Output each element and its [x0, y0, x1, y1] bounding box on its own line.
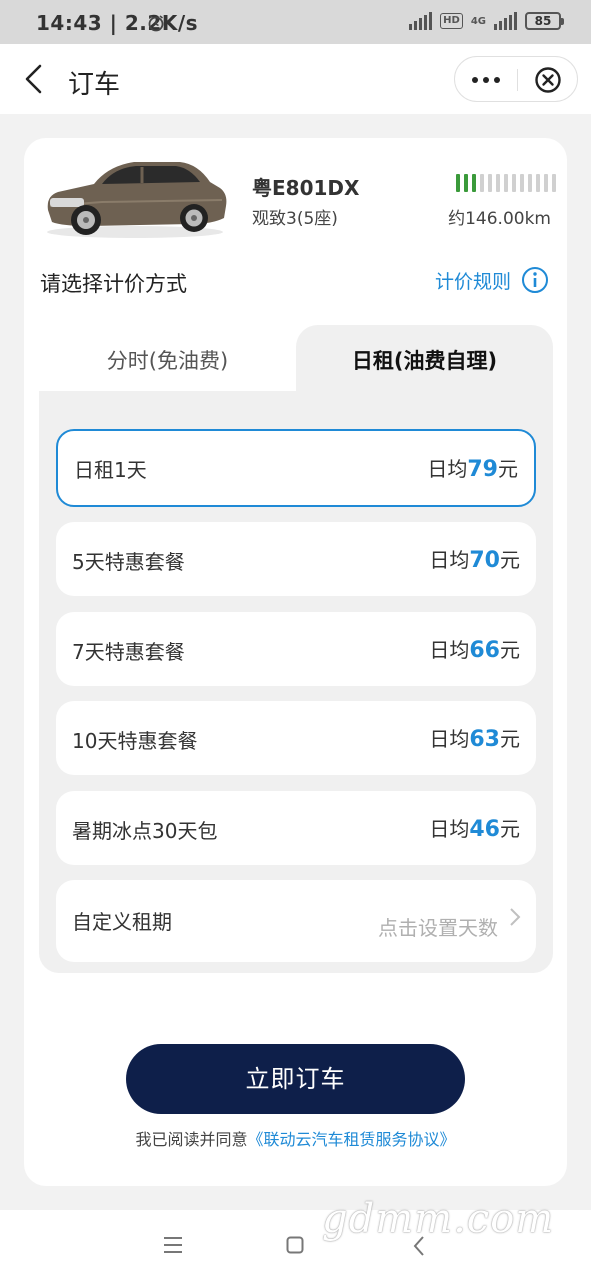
tab-hourly[interactable]: 分时(免油费) — [39, 325, 296, 391]
pricing-rule-link[interactable]: 计价规则 — [435, 266, 549, 294]
status-time: 14:43 | 2.2K/s — [36, 11, 199, 35]
option-label: 自定义租期 — [72, 910, 172, 934]
option-30-day[interactable]: 暑期冰点30天包 日均46元 — [56, 791, 536, 865]
option-1-day[interactable]: 日租1天 日均79元 — [56, 429, 536, 507]
option-price: 日均63元 — [429, 727, 520, 752]
option-label: 10天特惠套餐 — [72, 729, 198, 753]
option-price: 日均66元 — [429, 638, 520, 663]
agreement-link[interactable]: 《联动云汽车租赁服务协议》 — [248, 1130, 456, 1149]
mini-program-capsule — [454, 56, 578, 102]
battery-segment — [520, 174, 524, 192]
watermark-text: gdmm.com — [322, 1196, 555, 1242]
chevron-right-icon — [508, 906, 522, 928]
car-image — [42, 154, 228, 240]
signal-icon — [409, 12, 433, 30]
option-price: 日均46元 — [429, 817, 520, 842]
battery-icon: 85 — [525, 12, 564, 30]
battery-segment — [456, 174, 460, 192]
option-10-day[interactable]: 10天特惠套餐 日均63元 — [56, 701, 536, 775]
more-icon[interactable] — [455, 57, 517, 103]
battery-segment — [528, 174, 532, 192]
hd-badge: HD — [440, 13, 463, 29]
custom-hint: 点击设置天数 — [378, 916, 498, 940]
option-price: 日均70元 — [429, 548, 520, 573]
pricing-rule-label: 计价规则 — [434, 270, 511, 293]
option-label: 暑期冰点30天包 — [72, 819, 218, 843]
home-icon[interactable] — [286, 1236, 304, 1254]
nav-bar: 订车 — [0, 44, 591, 114]
option-5-day[interactable]: 5天特惠套餐 日均70元 — [56, 522, 536, 596]
license-plate: 粤E801DX — [252, 176, 360, 200]
pricing-title: 请选择计价方式 — [40, 272, 187, 296]
battery-level-icon — [456, 174, 556, 192]
option-label: 7天特惠套餐 — [72, 640, 185, 664]
network-type: 4G — [470, 15, 486, 27]
pricing-tabs: 分时(免油费) 日租(油费自理) 日租1天 日均79元 5天特惠套餐 日均70元… — [39, 325, 553, 973]
book-now-button[interactable]: 立即订车 — [126, 1044, 465, 1114]
battery-segment — [504, 174, 508, 192]
alarm-icon — [147, 14, 165, 36]
battery-segment — [512, 174, 516, 192]
range-text: 约146.00km — [448, 209, 551, 229]
option-label: 日租1天 — [74, 458, 147, 482]
info-icon[interactable] — [521, 266, 549, 294]
status-icons: HD 4G 85 — [148, 12, 564, 32]
battery-segment — [544, 174, 548, 192]
car-model: 观致3(5座) — [252, 209, 338, 229]
battery-segment — [488, 174, 492, 192]
battery-segment — [536, 174, 540, 192]
agreement-prefix: 我已阅读并同意 — [135, 1130, 248, 1149]
battery-segment — [464, 174, 468, 192]
signal-icon-2 — [494, 12, 517, 30]
close-icon[interactable] — [517, 57, 579, 103]
daily-options-panel: 日租1天 日均79元 5天特惠套餐 日均70元 7天特惠套餐 日均66元 10天… — [39, 391, 553, 973]
tab-daily[interactable]: 日租(油费自理) — [296, 325, 553, 391]
option-7-day[interactable]: 7天特惠套餐 日均66元 — [56, 612, 536, 686]
back-icon[interactable] — [18, 62, 52, 96]
menu-icon[interactable] — [163, 1236, 183, 1254]
status-bar: 14:43 | 2.2K/s HD 4G 85 — [0, 0, 591, 44]
agreement-text: 我已阅读并同意《联动云汽车租赁服务协议》 — [24, 1126, 567, 1150]
battery-segment — [496, 174, 500, 192]
option-label: 5天特惠套餐 — [72, 550, 185, 574]
page-title: 订车 — [68, 70, 121, 100]
battery-segment — [480, 174, 484, 192]
battery-segment — [552, 174, 556, 192]
option-custom-period[interactable]: 自定义租期 点击设置天数 — [56, 880, 536, 962]
order-card: 粤E801DX 观致3(5座) 约146.00km 请选择计价方式 计价规则 分… — [24, 138, 567, 1186]
option-price: 日均79元 — [427, 457, 518, 482]
battery-segment — [472, 174, 476, 192]
